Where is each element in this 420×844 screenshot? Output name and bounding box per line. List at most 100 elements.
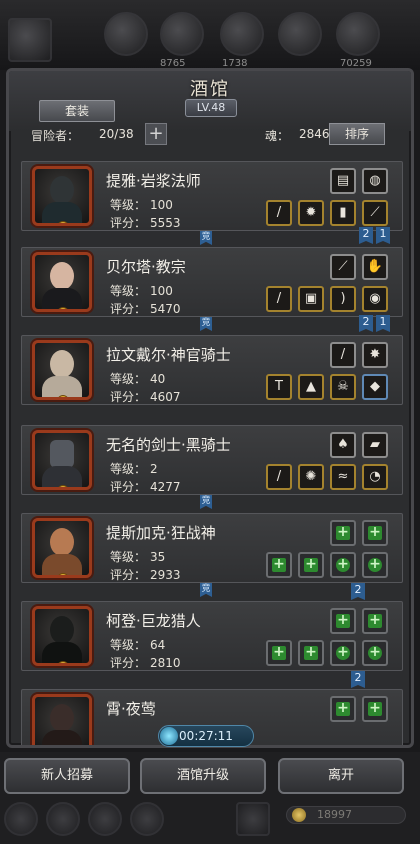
level-label: 等级： (110, 198, 147, 212)
sort-button[interactable]: 排序 (329, 123, 385, 145)
level-value: 40 (150, 372, 166, 386)
hero-score: 评分： 5470 (106, 300, 181, 317)
recruit-button[interactable]: 新人招募 (4, 758, 130, 794)
score-value: 2810 (150, 656, 181, 670)
hero-portrait (32, 606, 92, 666)
gauntlet-icon[interactable]: ✋ (362, 254, 388, 280)
shield-icon[interactable]: ◉ (362, 286, 388, 312)
score-label: 评分： (110, 302, 147, 316)
hero-score: 评分： 2810 (106, 654, 181, 671)
score-value: 5553 (150, 216, 181, 230)
hero-list[interactable]: 提雅·岩浆法师 等级： 100 评分： 5553 ▤ ◍ / ✹ ▮ ⟋ 竞 2 1… (21, 155, 403, 745)
bottom-slot[interactable] (88, 802, 122, 836)
wand-icon[interactable]: ⟋ (362, 200, 388, 226)
pair-tag: 1 (376, 315, 390, 332)
soul-value: 2846 (299, 127, 330, 141)
resource-slot-1[interactable] (104, 12, 148, 56)
empty-slot-plus-icon[interactable]: + (330, 552, 356, 578)
timer-gem-icon (160, 727, 178, 745)
empty-slot-plus-icon[interactable]: + (298, 640, 324, 666)
resource-slot-4[interactable] (278, 12, 322, 56)
hero-card[interactable]: 无名的剑士·黑骑士 等级： 2 评分： 4277 ♠ ▰ / ✺ ≈ ◔ (21, 425, 403, 495)
hero-portrait (32, 430, 92, 490)
sword-icon[interactable]: / (330, 342, 356, 368)
score-value: 2933 (150, 568, 181, 582)
score-label: 评分： (110, 656, 147, 670)
bottom-slot[interactable] (130, 802, 164, 836)
helmet-icon[interactable]: ▲ (298, 374, 324, 400)
skull-icon[interactable]: ☠ (330, 374, 356, 400)
resource-slot-2[interactable] (160, 12, 204, 56)
level-value: 64 (150, 638, 166, 652)
hero-name: 柯登·巨龙猎人 (106, 612, 201, 630)
empty-slot-plus-icon[interactable]: + (362, 552, 388, 578)
empty-slot-plus-icon[interactable]: + (266, 552, 292, 578)
feather-icon[interactable]: ≈ (330, 464, 356, 490)
hero-score: 评分： 4277 (106, 478, 181, 495)
hammer-icon[interactable]: T (266, 374, 292, 400)
gold-coin-icon (57, 661, 69, 663)
hero-card[interactable]: 柯登·巨龙猎人 等级： 64 评分： 2810 + + + + + + (21, 601, 403, 671)
gold-coin-icon (292, 808, 306, 822)
empty-slot-plus-icon[interactable]: + (362, 696, 388, 722)
hero-card[interactable]: 提雅·岩浆法师 等级： 100 评分： 5553 ▤ ◍ / ✹ ▮ ⟋ (21, 161, 403, 231)
hero-card[interactable]: 拉文戴尔·神官骑士 等级： 40 评分： 4607 / ✸ T ▲ ☠ ◆ (21, 335, 403, 405)
staff-icon[interactable]: / (266, 200, 292, 226)
cloth-icon[interactable]: ▰ (362, 432, 388, 458)
upgrade-tavern-button[interactable]: 酒馆升级 (140, 758, 266, 794)
boots-icon[interactable]: ▮ (330, 200, 356, 226)
pair-tag: 2 (351, 671, 365, 688)
score-label: 评分： (110, 480, 147, 494)
empty-slot-plus-icon[interactable]: + (330, 520, 356, 546)
duel-marker: 竞 (200, 317, 212, 331)
gold-coin-icon (57, 221, 69, 223)
set-button[interactable]: 套装 (39, 100, 115, 122)
helmet-icon[interactable]: ✹ (298, 200, 324, 226)
mace-icon[interactable]: / (266, 286, 292, 312)
leave-button[interactable]: 离开 (278, 758, 404, 794)
gold-coin-icon (57, 395, 69, 397)
top-bar: 8765 1738 70259 (0, 0, 420, 70)
gem-icon[interactable]: ◆ (362, 374, 388, 400)
level-label: 等级： (110, 372, 147, 386)
resource-slot-3[interactable] (220, 12, 264, 56)
hero-card[interactable]: 贝尔塔·教宗 等级： 100 评分： 5470 ⟋ ✋ / ▣ ) ◉ (21, 247, 403, 317)
bell-icon[interactable]: ♠ (330, 432, 356, 458)
adventurer-count-value: 20/38 (99, 127, 134, 141)
crest-icon[interactable]: ✸ (362, 342, 388, 368)
menu-slot[interactable] (8, 18, 52, 62)
dagger-icon[interactable]: / (266, 464, 292, 490)
page-title: 酒馆 (190, 79, 230, 100)
empty-slot-plus-icon[interactable]: + (330, 696, 356, 722)
empty-slot-plus-icon[interactable]: + (362, 520, 388, 546)
hero-portrait (32, 518, 92, 578)
mask-icon[interactable]: ✺ (298, 464, 324, 490)
empty-slot-plus-icon[interactable]: + (298, 552, 324, 578)
hero-name: 拉文戴尔·神官骑士 (106, 346, 231, 364)
gift-box-icon[interactable] (236, 802, 270, 836)
hero-level: 等级： 100 (106, 282, 173, 299)
pair-tag: 1 (376, 227, 390, 244)
soul-label: 魂： (265, 129, 290, 143)
hero-card[interactable]: 提斯加克·狂战神 等级： 35 评分： 2933 + + + + + + (21, 513, 403, 583)
bottom-slot[interactable] (4, 802, 38, 836)
book-icon[interactable]: ▤ (330, 168, 356, 194)
bow-icon[interactable]: ) (330, 286, 356, 312)
empty-slot-plus-icon[interactable]: + (362, 640, 388, 666)
empty-slot-plus-icon[interactable]: + (362, 608, 388, 634)
ring-icon[interactable]: ◔ (362, 464, 388, 490)
chest-armor-icon[interactable]: ▣ (298, 286, 324, 312)
empty-slot-plus-icon[interactable]: + (266, 640, 292, 666)
resource-slot-5[interactable] (336, 12, 380, 56)
level-label: 等级： (110, 550, 147, 564)
armor-icon[interactable]: ◍ (362, 168, 388, 194)
plus-icon[interactable]: + (145, 123, 167, 145)
bottom-slot[interactable] (46, 802, 80, 836)
empty-slot-plus-icon[interactable]: + (330, 608, 356, 634)
pair-tag: 2 (351, 583, 365, 600)
hero-score: 评分： 2933 (106, 566, 181, 583)
hero-portrait (32, 694, 92, 745)
empty-slot-plus-icon[interactable]: + (330, 640, 356, 666)
weapon-pair-icon[interactable]: ⟋ (330, 254, 356, 280)
level-label: 等级： (110, 284, 147, 298)
